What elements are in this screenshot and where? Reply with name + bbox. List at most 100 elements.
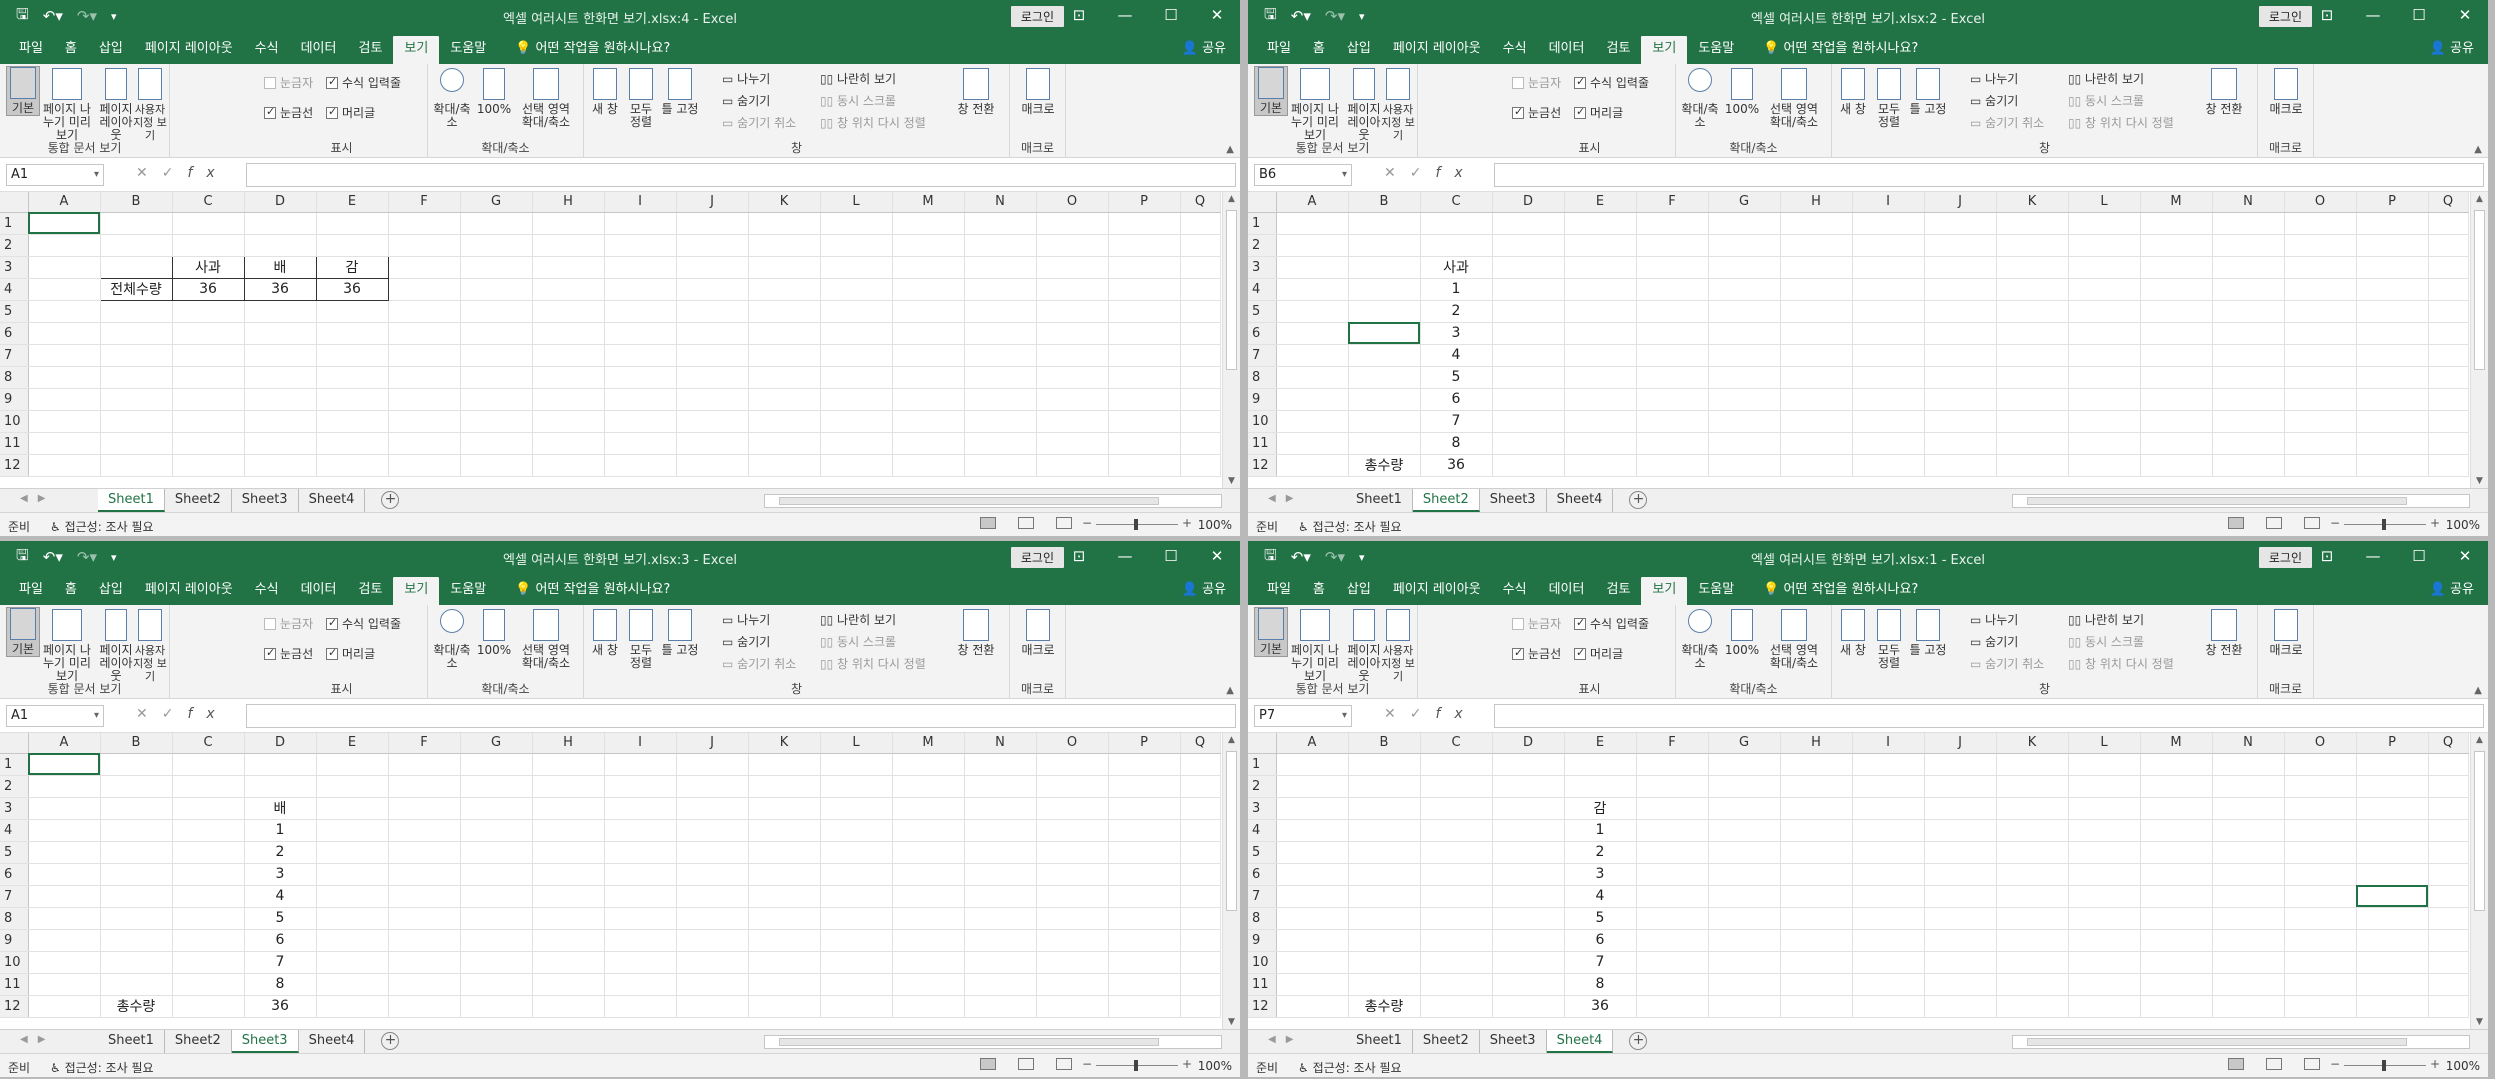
vertical-scrollbar[interactable]: ▲ ▼ xyxy=(1222,733,1240,1029)
cell-q8[interactable] xyxy=(1180,366,1221,389)
row-header-5[interactable]: 5 xyxy=(1248,300,1277,323)
cell-g9[interactable] xyxy=(1708,929,1781,952)
cell-o8[interactable] xyxy=(2284,366,2357,389)
cell-o4[interactable] xyxy=(2284,278,2357,301)
cell-q7[interactable] xyxy=(1180,885,1221,908)
close-icon[interactable]: ✕ xyxy=(1194,0,1240,32)
cell-l8[interactable] xyxy=(2068,366,2141,389)
cell-a3[interactable] xyxy=(28,797,101,820)
cell-m1[interactable] xyxy=(892,753,965,776)
cell-m2[interactable] xyxy=(892,234,965,257)
cell-a9[interactable] xyxy=(1276,388,1349,411)
cell-c11[interactable] xyxy=(172,432,245,455)
row-header-3[interactable]: 3 xyxy=(0,256,29,279)
cell-o2[interactable] xyxy=(1036,234,1109,257)
cell-m8[interactable] xyxy=(2140,366,2213,389)
new-window-button[interactable]: 새 창 xyxy=(590,609,620,657)
cell-n2[interactable] xyxy=(964,234,1037,257)
collapse-ribbon-icon[interactable]: ▲ xyxy=(1226,685,1234,696)
cell-d9[interactable] xyxy=(1492,929,1565,952)
cell-o7[interactable] xyxy=(1036,885,1109,908)
cell-h11[interactable] xyxy=(532,432,605,455)
column-header-a[interactable]: A xyxy=(1276,192,1349,213)
cell-o11[interactable] xyxy=(1036,432,1109,455)
cell-b5[interactable] xyxy=(100,841,173,864)
cell-e3[interactable] xyxy=(1564,256,1637,279)
cell-e5[interactable]: 2 xyxy=(1564,841,1637,864)
cell-d5[interactable] xyxy=(244,300,317,323)
column-header-q[interactable]: Q xyxy=(2428,192,2469,213)
cell-e2[interactable] xyxy=(1564,775,1637,798)
cell-n10[interactable] xyxy=(2212,951,2285,974)
cell-p2[interactable] xyxy=(1108,775,1181,798)
formula-input[interactable] xyxy=(1494,704,2484,728)
tab-file[interactable]: 파일 xyxy=(8,577,54,605)
cell-h3[interactable] xyxy=(532,797,605,820)
ribbon-display-options-icon[interactable]: ⊡ xyxy=(1056,541,1102,573)
cell-g6[interactable] xyxy=(460,863,533,886)
cell-l7[interactable] xyxy=(2068,885,2141,908)
cell-g10[interactable] xyxy=(1708,410,1781,433)
column-header-g[interactable]: G xyxy=(1708,192,1781,213)
cell-g10[interactable] xyxy=(460,410,533,433)
cell-i6[interactable] xyxy=(1852,863,1925,886)
column-header-p[interactable]: P xyxy=(2356,733,2429,754)
cell-o5[interactable] xyxy=(1036,300,1109,323)
cell-b9[interactable] xyxy=(1348,929,1421,952)
cell-h5[interactable] xyxy=(532,841,605,864)
cell-p10[interactable] xyxy=(2356,410,2429,433)
cell-b1[interactable] xyxy=(1348,212,1421,235)
cell-d8[interactable] xyxy=(1492,366,1565,389)
sheet-tab-4[interactable]: Sheet4 xyxy=(299,489,366,512)
reset-position-button[interactable]: ▯▯ 창 위치 다시 정렬 xyxy=(2068,114,2174,131)
cell-h1[interactable] xyxy=(532,212,605,235)
cell-a10[interactable] xyxy=(28,410,101,433)
cell-k11[interactable] xyxy=(1996,432,2069,455)
cell-n3[interactable] xyxy=(2212,797,2285,820)
share-button[interactable]: 👤 공유 xyxy=(2430,36,2474,64)
new-window-button[interactable]: 새 창 xyxy=(1838,68,1868,116)
normal-view-status-icon[interactable] xyxy=(980,517,996,529)
cell-q7[interactable] xyxy=(2428,885,2469,908)
cell-d1[interactable] xyxy=(1492,753,1565,776)
cell-h1[interactable] xyxy=(1780,212,1853,235)
cell-a2[interactable] xyxy=(28,234,101,257)
freeze-panes-button[interactable]: 틀 고정 xyxy=(658,609,702,657)
cell-n4[interactable] xyxy=(2212,819,2285,842)
select-all-corner[interactable] xyxy=(1248,733,1277,754)
freeze-panes-button[interactable]: 틀 고정 xyxy=(1906,68,1950,116)
cell-n9[interactable] xyxy=(964,929,1037,952)
cell-o5[interactable] xyxy=(2284,841,2357,864)
next-sheet-icon[interactable]: ▶ xyxy=(38,493,56,504)
cell-k3[interactable] xyxy=(1996,256,2069,279)
cell-p7[interactable] xyxy=(1108,344,1181,367)
sync-scroll-button[interactable]: ▯▯ 동시 스크롤 xyxy=(820,92,896,109)
cell-g9[interactable] xyxy=(460,388,533,411)
cell-c2[interactable] xyxy=(172,234,245,257)
cell-f7[interactable] xyxy=(388,344,461,367)
cell-b4[interactable] xyxy=(100,819,173,842)
sheet-tab-2[interactable]: Sheet2 xyxy=(1413,1030,1480,1053)
cell-k1[interactable] xyxy=(1996,753,2069,776)
cell-q2[interactable] xyxy=(1180,775,1221,798)
cell-j7[interactable] xyxy=(676,344,749,367)
cell-j7[interactable] xyxy=(676,885,749,908)
cell-l2[interactable] xyxy=(2068,775,2141,798)
column-header-m[interactable]: M xyxy=(2140,733,2213,754)
cell-b10[interactable] xyxy=(100,951,173,974)
column-header-i[interactable]: I xyxy=(1852,733,1925,754)
cell-i12[interactable] xyxy=(1852,454,1925,477)
cell-e10[interactable]: 7 xyxy=(1564,951,1637,974)
cell-g2[interactable] xyxy=(1708,234,1781,257)
cell-p3[interactable] xyxy=(2356,256,2429,279)
cell-j4[interactable] xyxy=(1924,819,1997,842)
zoom-out-icon[interactable]: − xyxy=(2330,1057,2340,1071)
cell-b3[interactable] xyxy=(1348,256,1421,279)
tell-me-box[interactable]: 💡 어떤 작업을 원하시나요? xyxy=(1745,36,1918,64)
cell-l6[interactable] xyxy=(2068,863,2141,886)
cell-j2[interactable] xyxy=(1924,234,1997,257)
cell-p8[interactable] xyxy=(2356,907,2429,930)
zoom-percent[interactable]: 100% xyxy=(1198,518,1232,532)
cell-f12[interactable] xyxy=(388,454,461,477)
cell-f12[interactable] xyxy=(388,995,461,1018)
